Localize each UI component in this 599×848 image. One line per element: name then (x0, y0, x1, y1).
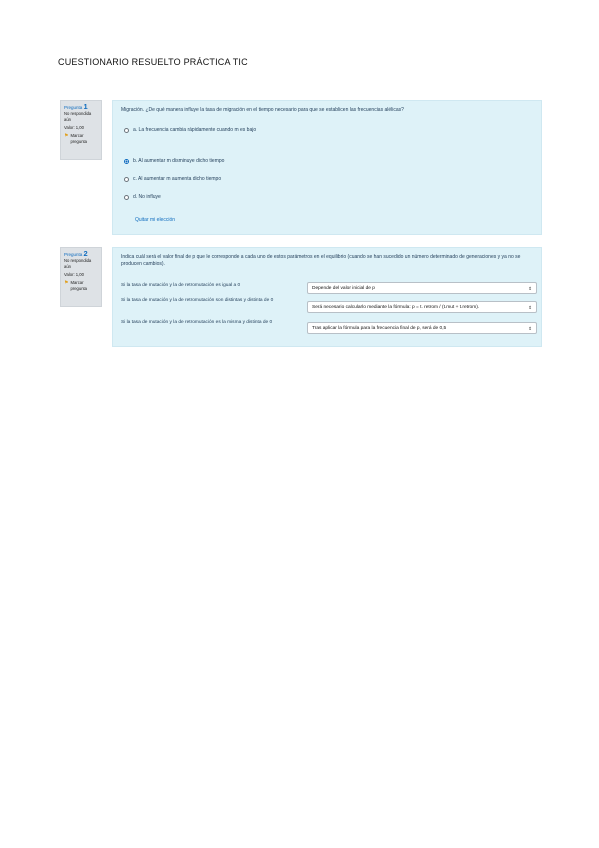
question-1-grade: Valor: 1,00 (64, 125, 84, 130)
question-2-grade: Valor: 1,00 (64, 272, 84, 277)
option-b[interactable]: b. Al aumentar m disminuye dicho tiempo (124, 158, 224, 164)
flag-icon: ⚑ (64, 133, 69, 139)
option-d[interactable]: d. No influye (124, 194, 161, 200)
question-1-status: No respondida aún (64, 111, 92, 122)
option-b-radio[interactable] (124, 158, 129, 164)
updown-caret-icon: ⇕ (528, 286, 532, 291)
option-c[interactable]: c. Al aumentar m aumenta dicho tiempo (124, 176, 221, 182)
flag-question-2-button[interactable]: ⚑ Marcar pregunta (64, 280, 98, 292)
question-1-info: Pregunta 1 No respondida aún Valor: 1,00… (60, 100, 102, 160)
match-row-1-value: Depende del valor inicial de p (312, 286, 375, 291)
match-row-2-select[interactable]: Será necesario calcularlo mediante la fó… (307, 301, 537, 313)
question-2-text: Indica cuál será el valor final de p que… (121, 254, 521, 267)
match-row-3-select[interactable]: Tras aplicar la fórmula para la frecuenc… (307, 322, 537, 334)
option-a[interactable]: a. La frecuencia cambia rápidamente cuan… (124, 127, 256, 133)
option-c-radio[interactable] (124, 176, 129, 182)
option-b-label: b. Al aumentar m disminuye dicho tiempo (133, 158, 225, 164)
match-row-1-select[interactable]: Depende del valor inicial de p ⇕ (307, 282, 537, 294)
flag-icon: ⚑ (64, 280, 69, 286)
option-d-radio[interactable] (124, 194, 129, 200)
document-title: CUESTIONARIO RESUELTO PRÁCTICA TIC (58, 57, 248, 67)
question-2-info: Pregunta 2 No respondida aún Valor: 1,00… (60, 247, 102, 307)
flag-question-1-button[interactable]: ⚑ Marcar pregunta (64, 133, 98, 145)
question-1-content: Migración. ¿De qué manera influye la tas… (112, 100, 542, 235)
match-row-3-label: Si la tasa de mutación y la de retromuta… (121, 320, 273, 325)
flag-question-2-label: Marcar pregunta (70, 280, 88, 291)
question-2-number: Pregunta 2 (64, 249, 88, 258)
clear-choice-link[interactable]: Quitar mi elección (135, 217, 175, 223)
flag-question-1-label: Marcar pregunta (70, 133, 88, 144)
option-a-radio[interactable] (124, 127, 129, 133)
question-1-number: Pregunta 1 (64, 102, 88, 111)
question-1-text: Migración. ¿De qué manera influye la tas… (121, 107, 404, 113)
option-c-label: c. Al aumentar m aumenta dicho tiempo (133, 176, 222, 182)
option-a-label: a. La frecuencia cambia rápidamente cuan… (133, 127, 257, 133)
updown-caret-icon: ⇕ (528, 326, 532, 331)
match-row-2-label: Si la tasa de mutación y la de retromuta… (121, 298, 274, 303)
option-d-label: d. No influye (133, 194, 161, 200)
match-row-3-value: Tras aplicar la fórmula para la frecuenc… (312, 326, 447, 331)
match-row-1-label: Si la tasa de mutación y la de retromuta… (121, 283, 241, 288)
match-row-2-value: Será necesario calcularlo mediante la fó… (312, 305, 480, 310)
question-2-content: Indica cuál será el valor final de p que… (112, 247, 542, 347)
question-2-status: No respondida aún (64, 258, 92, 269)
updown-caret-icon: ⇕ (528, 305, 532, 310)
